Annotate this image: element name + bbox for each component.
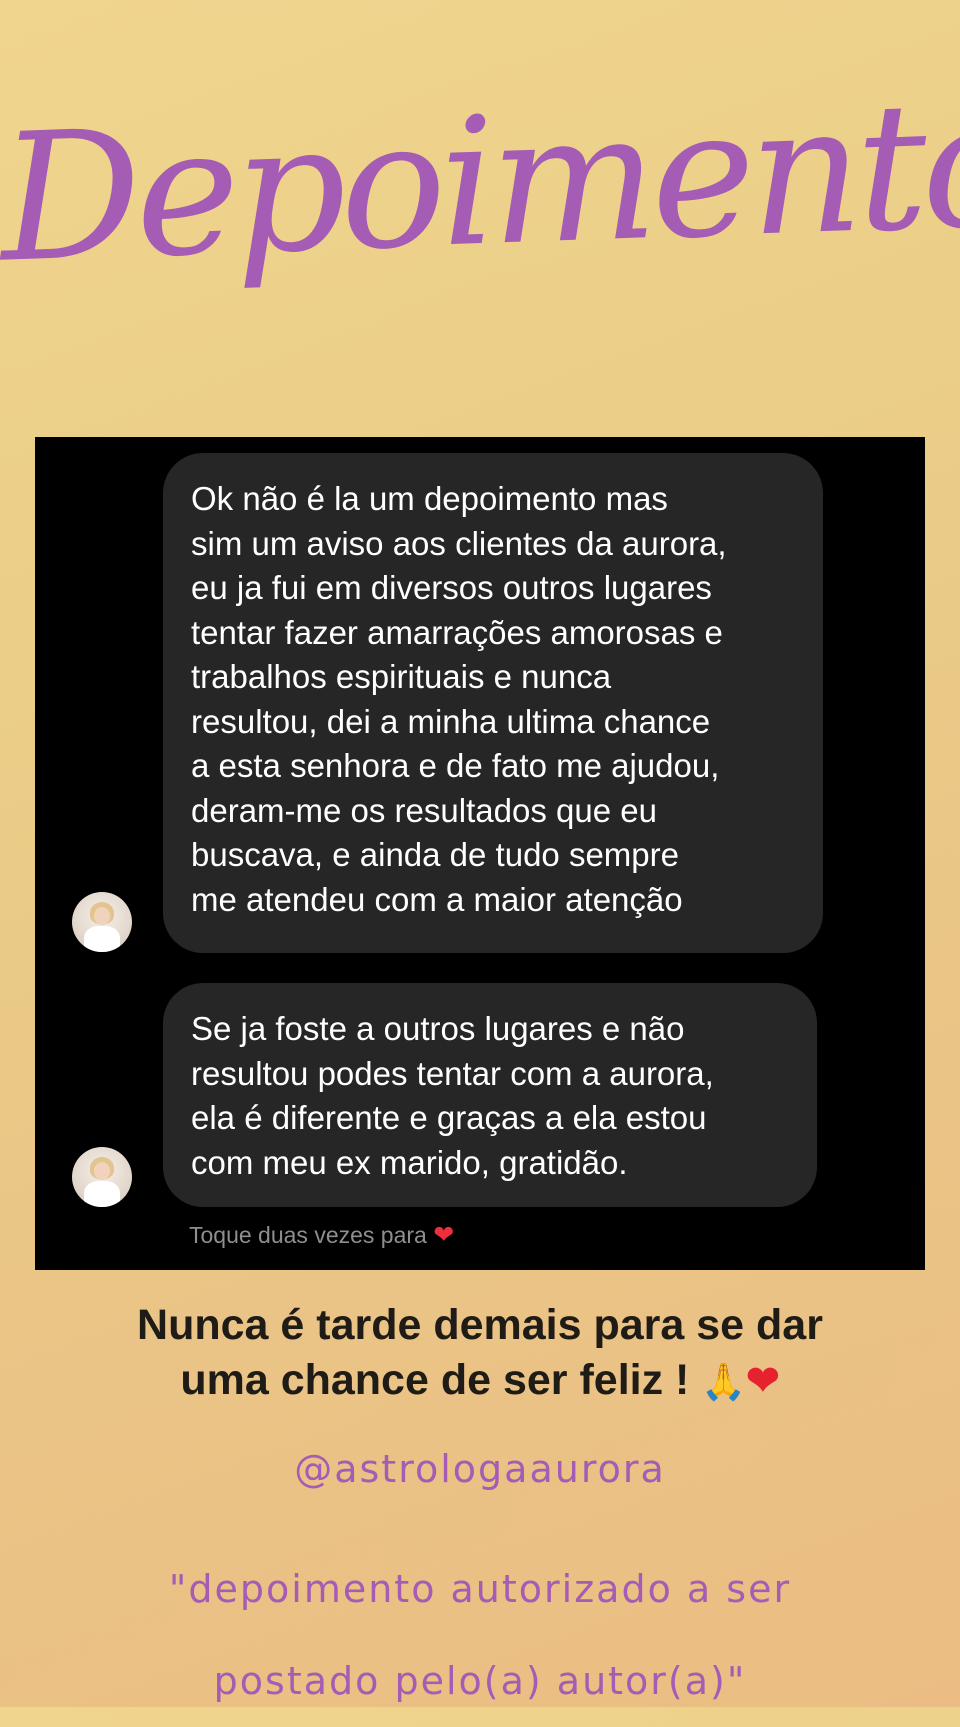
profile-handle: @astrologaaurora xyxy=(294,1447,666,1491)
message-line: buscava, e ainda de tudo sempre xyxy=(191,836,679,873)
message-line: resultou, dei a minha ultima chance xyxy=(191,702,711,740)
tagline-line-2: uma chance de ser feliz ! 🙏❤ xyxy=(0,1353,960,1409)
message-bubble-2: Se ja foste a outros lugares e não resul… xyxy=(163,983,817,1207)
heart-icon[interactable]: ❤ xyxy=(433,1221,454,1249)
message-line: tentar fazer amarrações amorosas e xyxy=(191,613,723,651)
double-tap-hint: Toque duas vezes para ❤ xyxy=(189,1220,454,1250)
disclaimer-line-2: postado pelo(a) autor(a)" xyxy=(213,1659,747,1703)
message-line: com meu ex marido, gratidão. xyxy=(191,1143,628,1181)
avatar-face xyxy=(94,1162,110,1180)
double-tap-hint-text: Toque duas vezes para xyxy=(189,1222,427,1248)
message-line: me atendeu com a maior atenção xyxy=(191,880,683,918)
authorization-disclaimer: "depoimento autorizado a ser postado pel… xyxy=(0,1543,960,1727)
tagline-line-2-text: uma chance de ser feliz ! xyxy=(180,1356,690,1404)
message-line: a esta senhora e de fato me ajudou, xyxy=(191,747,720,784)
avatar-body xyxy=(84,926,120,952)
tagline: Nunca é tarde demais para se dar uma cha… xyxy=(0,1298,960,1409)
praying-hands-icon: 🙏 xyxy=(701,1361,747,1402)
message-line: deram-me os resultados que eu xyxy=(191,791,657,829)
message-line: ela é diferente e graças a ela estou xyxy=(191,1099,707,1136)
avatar-body xyxy=(84,1181,120,1207)
sender-avatar[interactable] xyxy=(72,1147,132,1207)
page-title: Depoimentos xyxy=(0,58,960,302)
disclaimer-line-1: "depoimento autorizado a ser xyxy=(168,1567,792,1611)
message-line: Se ja foste a outros lugares e não xyxy=(191,1010,685,1047)
tagline-line-1: Nunca é tarde demais para se dar xyxy=(137,1301,823,1349)
message-line: eu ja fui em diversos outros lugares xyxy=(191,569,712,606)
sender-avatar[interactable] xyxy=(72,892,132,952)
red-heart-icon: ❤ xyxy=(746,1359,780,1403)
chat-screenshot: Ok não é la um depoimento mas sim um avi… xyxy=(35,437,925,1270)
message-bubble-1: Ok não é la um depoimento mas sim um avi… xyxy=(163,453,823,953)
message-line: sim um aviso aos clientes da aurora, xyxy=(191,524,727,562)
avatar-face xyxy=(94,907,110,925)
message-line: Ok não é la um depoimento mas xyxy=(191,480,668,517)
message-line: trabalhos espirituais e nunca xyxy=(191,658,612,695)
message-line: resultou podes tentar com a aurora, xyxy=(191,1054,714,1092)
